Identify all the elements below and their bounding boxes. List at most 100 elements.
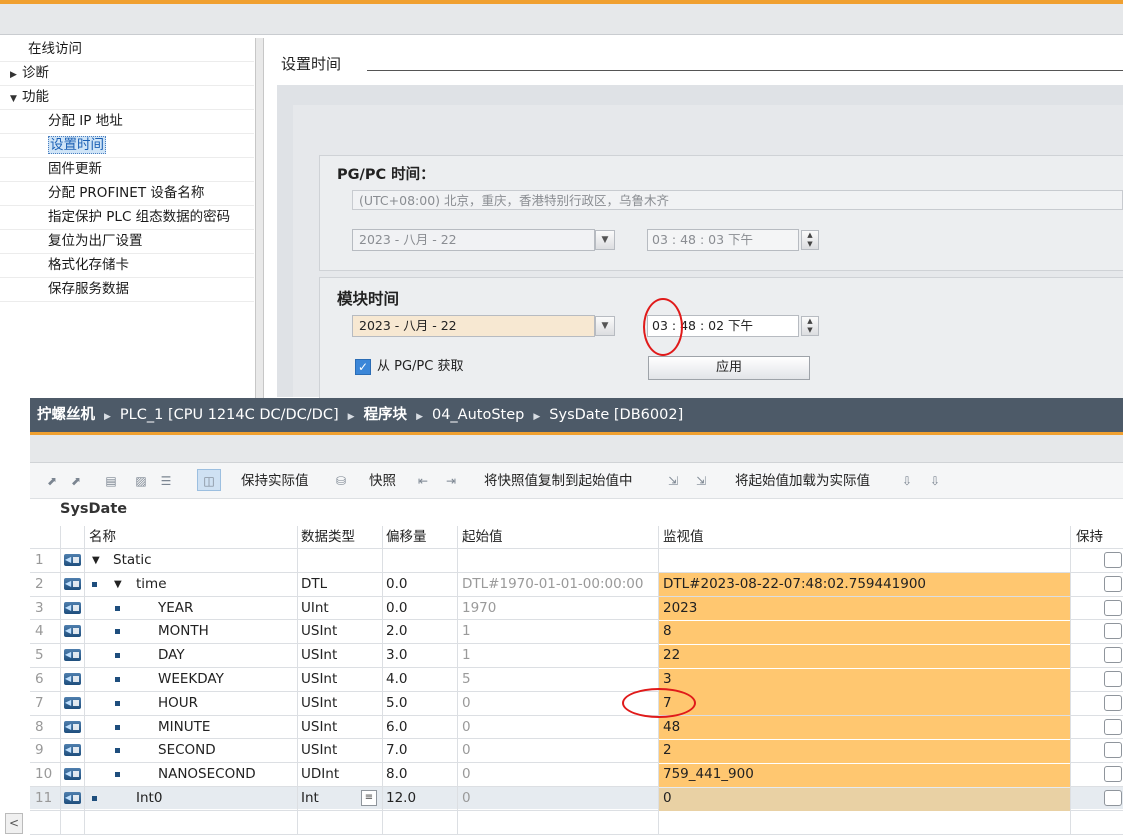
top-toolbar-band: [0, 4, 1123, 35]
chevron-down-icon[interactable]: ▼: [10, 88, 22, 111]
scroll-left-button[interactable]: <: [5, 813, 23, 834]
nav-item[interactable]: 固件更新: [48, 158, 102, 181]
snapshot-copy-all-icon[interactable]: ⇥: [443, 474, 459, 488]
nav-item[interactable]: 在线访问: [28, 38, 82, 61]
var-name[interactable]: SECOND: [158, 739, 216, 762]
expand-icon[interactable]: ▤: [103, 474, 119, 488]
add-row-icon[interactable]: ⬈: [68, 474, 84, 488]
list-icon[interactable]: ☰: [158, 474, 174, 488]
var-name[interactable]: NANOSECOND: [158, 763, 256, 786]
load-start-all-icon[interactable]: ⇲: [693, 474, 709, 488]
var-type[interactable]: UDInt: [301, 763, 339, 786]
var-type[interactable]: Int: [301, 787, 319, 810]
from-pgpc-checkbox[interactable]: ✓: [355, 359, 371, 375]
snapshot-button[interactable]: 快照: [369, 472, 396, 490]
var-name[interactable]: YEAR: [158, 597, 193, 620]
nav-item[interactable]: 分配 PROFINET 设备名称: [48, 182, 204, 205]
chevron-down-icon[interactable]: ▼: [114, 573, 122, 596]
col-header-offset[interactable]: 偏移量: [386, 526, 427, 548]
var-type[interactable]: USInt: [301, 739, 337, 762]
retain-checkbox[interactable]: [1104, 599, 1122, 616]
col-header-type[interactable]: 数据类型: [301, 526, 355, 548]
load-start-icon[interactable]: ⇲: [665, 474, 681, 488]
nav-item[interactable]: 复位为出厂设置: [48, 230, 143, 253]
nav-item[interactable]: ▼ 功能: [10, 86, 49, 109]
keep-actual-button[interactable]: 保持实际值: [241, 472, 309, 490]
collapse-icon[interactable]: ▨: [133, 474, 149, 488]
nav-scrollbar[interactable]: [255, 38, 264, 398]
spin-updown-icon: ▲ ▼: [801, 230, 819, 250]
var-type[interactable]: DTL: [301, 573, 327, 596]
var-start-value[interactable]: 0: [462, 716, 471, 739]
var-name[interactable]: Int0: [136, 787, 162, 810]
breadcrumb-project[interactable]: 拧螺丝机: [37, 407, 95, 423]
static-var-icon: [64, 625, 81, 638]
load-actual-all-icon[interactable]: ⇩: [927, 474, 943, 488]
retain-checkbox[interactable]: [1104, 694, 1122, 711]
nav-item[interactable]: ▶ 诊断: [10, 62, 49, 85]
retain-checkbox[interactable]: [1104, 766, 1122, 783]
col-header-monitor[interactable]: 监视值: [663, 526, 704, 548]
var-name[interactable]: DAY: [158, 644, 185, 667]
var-start-value[interactable]: 0: [462, 692, 471, 715]
col-header-retain[interactable]: 保持: [1076, 526, 1103, 548]
breadcrumb-folder[interactable]: 04_AutoStep: [432, 407, 524, 423]
var-type[interactable]: USInt: [301, 644, 337, 667]
retain-checkbox[interactable]: [1104, 671, 1122, 687]
var-name[interactable]: Static: [113, 549, 152, 572]
nav-item[interactable]: 保存服务数据: [48, 278, 129, 301]
chevron-down-icon[interactable]: ▼: [92, 549, 100, 572]
retain-checkbox[interactable]: [1104, 575, 1122, 592]
breadcrumb-program-blocks[interactable]: 程序块: [364, 407, 408, 423]
retain-checkbox[interactable]: [1104, 718, 1122, 735]
database-icon[interactable]: ⛁: [333, 474, 349, 488]
var-name[interactable]: MINUTE: [158, 716, 210, 739]
breadcrumb-db[interactable]: SysDate [DB6002]: [549, 407, 683, 423]
var-start-value[interactable]: 5: [462, 668, 471, 691]
var-type[interactable]: USInt: [301, 668, 337, 691]
chevron-right-icon[interactable]: ▶: [10, 64, 22, 87]
module-date-dropdown-button[interactable]: ▼: [595, 316, 615, 336]
breadcrumb-plc[interactable]: PLC_1 [CPU 1214C DC/DC/DC]: [120, 407, 339, 423]
var-name[interactable]: WEEKDAY: [158, 668, 224, 691]
nav-item[interactable]: 格式化存储卡: [48, 254, 129, 277]
var-start-value[interactable]: 1: [462, 620, 471, 643]
var-start-value[interactable]: 1970: [462, 597, 496, 620]
var-type[interactable]: UInt: [301, 597, 329, 620]
nav-item[interactable]: 分配 IP 地址: [48, 110, 123, 133]
pgpc-time-group: [319, 155, 1123, 271]
retain-checkbox[interactable]: [1104, 647, 1122, 664]
module-date-field[interactable]: 2023 - 八月 - 22: [352, 315, 595, 337]
var-name[interactable]: HOUR: [158, 692, 198, 715]
col-header-name[interactable]: 名称: [89, 526, 116, 548]
var-name[interactable]: time: [136, 573, 167, 596]
var-type[interactable]: USInt: [301, 716, 337, 739]
col-header-start[interactable]: 起始值: [462, 526, 503, 548]
var-start-value[interactable]: 0: [462, 763, 471, 786]
static-var-icon: [64, 696, 81, 709]
var-name[interactable]: MONTH: [158, 620, 209, 643]
load-start-button[interactable]: 将起始值加载为实际值: [735, 472, 870, 490]
nav-item-label: 复位为出厂设置: [48, 233, 143, 249]
snapshot-copy-icon[interactable]: ⇤: [415, 474, 431, 488]
var-start-value[interactable]: 0: [462, 739, 471, 762]
nav-item[interactable]: 设置时间: [48, 134, 106, 157]
var-start-value[interactable]: DTL#1970-01-01-00:00:00: [462, 573, 643, 596]
nav-item[interactable]: 指定保护 PLC 组态数据的密码: [48, 206, 230, 229]
retain-checkbox[interactable]: [1104, 742, 1122, 759]
nav-item-label: 功能: [22, 89, 49, 105]
copy-snapshot-button[interactable]: 将快照值复制到起始值中: [484, 472, 633, 490]
retain-checkbox[interactable]: [1104, 623, 1122, 640]
var-type[interactable]: USInt: [301, 692, 337, 715]
var-start-value[interactable]: 1: [462, 644, 471, 667]
info-icon[interactable]: ≡: [361, 790, 377, 806]
var-start-value[interactable]: 0: [462, 787, 471, 810]
module-time-spinner[interactable]: ▲ ▼: [801, 316, 819, 336]
insert-row-icon[interactable]: ⬈: [44, 474, 60, 488]
retain-checkbox[interactable]: [1104, 790, 1122, 806]
load-actual-icon[interactable]: ⇩: [899, 474, 915, 488]
apply-button[interactable]: 应用: [648, 356, 810, 380]
retain-checkbox[interactable]: [1104, 552, 1122, 568]
monitor-toggle-icon[interactable]: ◫: [201, 474, 217, 488]
var-type[interactable]: USInt: [301, 620, 337, 643]
